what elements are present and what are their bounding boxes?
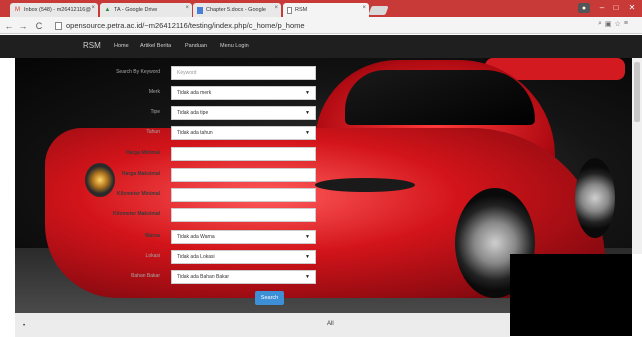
url-text: opensource.petra.ac.id/~m26412116/testin… — [66, 21, 305, 30]
close-icon[interactable]: × — [185, 5, 189, 11]
drive-icon: ▲ — [104, 7, 111, 13]
browser-tab-strip: M Inbox (548) - m26412116@ × ▲ TA - Goog… — [0, 0, 642, 17]
row-warna: Warna — [0, 230, 160, 244]
tab-label: TA - Google Drive — [114, 7, 158, 13]
browser-toolbar: ← → C opensource.petra.ac.id/~m26412116/… — [0, 17, 642, 34]
row-tahun: Tahun — [0, 126, 160, 140]
reload-icon[interactable]: C — [34, 20, 44, 31]
car-light-bar — [315, 178, 415, 192]
forward-arrow-icon[interactable]: → — [18, 20, 28, 31]
black-overlay — [510, 254, 632, 336]
km-min-input[interactable] — [171, 188, 316, 202]
chevron-down-icon: ▼ — [305, 90, 310, 96]
search-icon[interactable]: ⌕ — [598, 20, 602, 28]
label-harga-min: Harga Minimal — [125, 150, 160, 156]
tipe-value: Tidak ada tipe — [177, 110, 209, 116]
keyword-input[interactable]: Keyword — [171, 66, 316, 80]
chevron-down-icon: ▼ — [305, 274, 310, 280]
page-icon — [55, 21, 62, 30]
menu-icon[interactable]: ≡ — [624, 20, 628, 28]
harga-max-input[interactable] — [171, 168, 316, 182]
address-bar[interactable]: opensource.petra.ac.id/~m26412116/testin… — [55, 20, 615, 31]
close-icon[interactable]: × — [91, 5, 95, 11]
translate-icon[interactable]: ▣ — [605, 20, 612, 28]
back-arrow-icon[interactable]: ← — [4, 20, 14, 31]
tab-drive[interactable]: ▲ TA - Google Drive × — [100, 3, 192, 17]
lokasi-value: Tidak ada Lokasi — [177, 254, 215, 260]
car-window — [345, 70, 535, 125]
site-navbar: RSM Home Artikel Berita Panduan Menu Log… — [0, 35, 642, 58]
maximize-icon[interactable]: □ — [610, 0, 622, 14]
new-tab-button[interactable] — [368, 6, 389, 15]
row-lokasi: Lokasi — [0, 250, 160, 264]
row-merk: Merk — [0, 86, 160, 100]
close-icon[interactable]: × — [362, 5, 366, 11]
bahan-bakar-select[interactable]: Tidak ada Bahan Bakar ▼ — [171, 270, 316, 284]
merk-select[interactable]: Tidak ada merk ▼ — [171, 86, 316, 100]
chevron-down-icon: ▼ — [305, 110, 310, 116]
label-harga-max: Harga Maksimal — [121, 171, 160, 177]
scrollbar[interactable] — [632, 58, 642, 254]
minimize-icon[interactable]: – — [596, 0, 608, 14]
label-merk: Merk — [148, 89, 160, 95]
toolbar-icons: ⌕ ▣ ☆ ≡ — [598, 20, 628, 28]
bahan-bakar-value: Tidak ada Bahan Bakar — [177, 274, 230, 280]
nav-home[interactable]: Home — [114, 43, 129, 49]
bottom-bar: • All — [15, 313, 510, 337]
nav-panduan[interactable]: Panduan — [185, 43, 207, 49]
warna-value: Tidak ada Warna — [177, 234, 215, 240]
search-button[interactable]: Search — [255, 291, 284, 305]
user-icon[interactable]: ● — [578, 3, 590, 13]
row-harga-max: Harga Maksimal — [0, 168, 160, 182]
km-max-input[interactable] — [171, 208, 316, 222]
row-keyword: Search By Keyword — [0, 66, 160, 80]
label-keyword: Search By Keyword — [116, 69, 160, 75]
star-icon[interactable]: ☆ — [615, 20, 621, 28]
label-tipe: Tipe — [150, 109, 160, 115]
tahun-value: Tidak ada tahun — [177, 130, 213, 136]
brand-logo[interactable]: RSM — [83, 41, 101, 50]
tab-rsm[interactable]: RSM × — [283, 3, 369, 17]
tab-label: RSM — [295, 7, 308, 13]
page-icon — [287, 6, 292, 14]
close-icon[interactable]: × — [274, 5, 278, 11]
tab-label: Chapter 5.docx - Google — [206, 7, 266, 13]
label-lokasi: Lokasi — [145, 253, 160, 259]
tab-label: Inbox (548) - m26412116@ — [24, 7, 91, 13]
car-wheel-rear — [575, 158, 615, 238]
docs-icon — [197, 6, 203, 14]
label-bahan-bakar: Bahan Bakar — [131, 273, 160, 279]
lokasi-select[interactable]: Tidak ada Lokasi ▼ — [171, 250, 316, 264]
window-close-icon[interactable]: ✕ — [624, 0, 640, 14]
nav-menu-login[interactable]: Menu Login — [220, 43, 249, 49]
tahun-select[interactable]: Tidak ada tahun ▼ — [171, 126, 316, 140]
label-km-max: Kilometer Maksimal — [113, 211, 160, 217]
tab-docs[interactable]: Chapter 5.docx - Google × — [193, 3, 281, 17]
keyword-placeholder: Keyword — [177, 70, 197, 76]
row-km-max: Kilometer Maksimal — [0, 208, 160, 222]
scrollbar-thumb[interactable] — [634, 62, 640, 122]
harga-min-input[interactable] — [171, 147, 316, 161]
label-tahun: Tahun — [146, 129, 160, 135]
tipe-select[interactable]: Tidak ada tipe ▼ — [171, 106, 316, 120]
row-km-min: Kilometer Minimal — [0, 188, 160, 202]
row-harga-min: Harga Minimal — [0, 147, 160, 161]
bottom-dot: • — [23, 323, 26, 329]
chevron-down-icon: ▼ — [305, 254, 310, 260]
row-tipe: Tipe — [0, 106, 160, 120]
chevron-down-icon: ▼ — [305, 130, 310, 136]
row-bahan-bakar: Bahan Bakar — [0, 270, 160, 284]
gmail-icon: M — [15, 7, 20, 13]
merk-value: Tidak ada merk — [177, 90, 212, 96]
nav-artikel-berita[interactable]: Artikel Berita — [140, 43, 171, 49]
chevron-down-icon: ▼ — [305, 234, 310, 240]
filter-all-link[interactable]: All — [327, 321, 334, 327]
label-warna: Warna — [144, 233, 160, 239]
tab-gmail[interactable]: M Inbox (548) - m26412116@ × — [10, 3, 98, 17]
warna-select[interactable]: Tidak ada Warna ▼ — [171, 230, 316, 244]
label-km-min: Kilometer Minimal — [116, 191, 160, 197]
